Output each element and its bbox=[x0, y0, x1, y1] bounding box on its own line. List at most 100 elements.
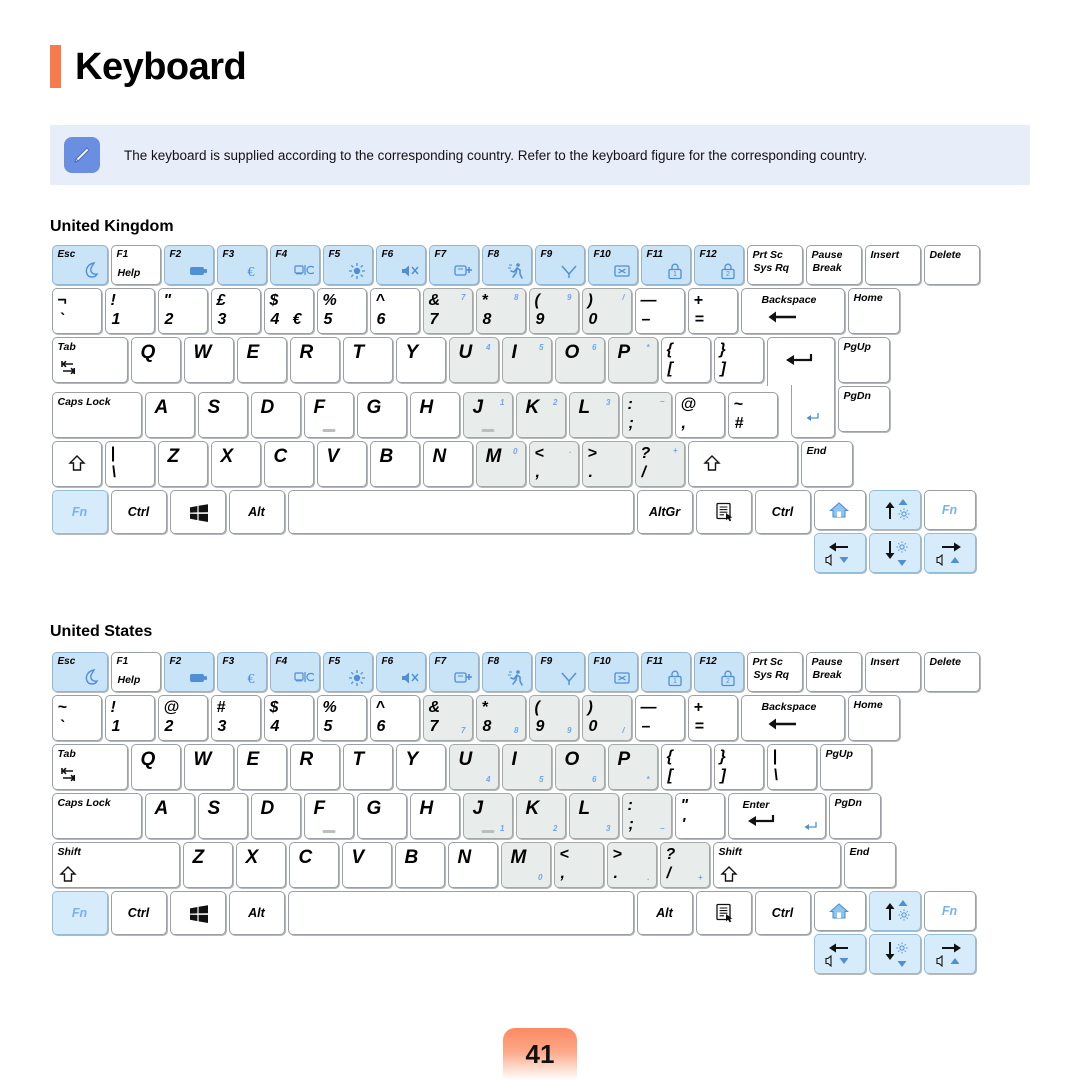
key-h[interactable]: H bbox=[409, 792, 460, 839]
key-esc[interactable]: Esc bbox=[51, 244, 108, 285]
key-pgdn[interactable]: PgDn bbox=[828, 792, 881, 839]
key-s[interactable]: S bbox=[197, 391, 248, 438]
key-delete[interactable]: Delete bbox=[923, 651, 980, 692]
key-home-shortcut[interactable] bbox=[813, 489, 866, 530]
key-k[interactable]: K2 bbox=[515, 792, 566, 839]
key-9[interactable]: (9 9 bbox=[528, 694, 579, 741]
key-f9[interactable]: F9 bbox=[534, 651, 585, 692]
key-pause[interactable]: Pause Break bbox=[805, 244, 862, 285]
key-arrow-left[interactable] bbox=[813, 933, 866, 974]
key-c[interactable]: C bbox=[263, 440, 314, 487]
key-caps-lock[interactable]: Caps Lock bbox=[51, 391, 142, 438]
key-context-menu[interactable] bbox=[695, 890, 752, 935]
key-r[interactable]: R bbox=[289, 743, 340, 790]
key-pause[interactable]: Pause Break bbox=[805, 651, 862, 692]
key-b[interactable]: B bbox=[394, 841, 445, 888]
key-7[interactable]: & 7 7 bbox=[422, 694, 473, 741]
key-shift-right[interactable]: Shift bbox=[712, 841, 841, 888]
key-windows[interactable] bbox=[169, 489, 226, 534]
key-key[interactable]: }] bbox=[713, 743, 764, 790]
key-8[interactable]: * 8 8 bbox=[475, 694, 526, 741]
key-f4[interactable]: F4 bbox=[269, 244, 320, 285]
key-key[interactable]: <,. bbox=[528, 440, 579, 487]
key-4[interactable]: $4 bbox=[263, 694, 314, 741]
key-0[interactable]: ) 0 / bbox=[581, 694, 632, 741]
key-0[interactable]: ) 0 / bbox=[581, 287, 632, 334]
key-altgr[interactable]: AltGr bbox=[636, 489, 693, 534]
key-9[interactable]: (9 9 bbox=[528, 287, 579, 334]
key-n[interactable]: N bbox=[422, 440, 473, 487]
key-2[interactable]: @2 bbox=[157, 694, 208, 741]
key-7[interactable]: & 7 7 bbox=[422, 287, 473, 334]
key-y[interactable]: Y bbox=[395, 336, 446, 383]
key-arrow-up[interactable] bbox=[868, 890, 921, 931]
key-shift-left[interactable]: Shift bbox=[51, 841, 180, 888]
key-u[interactable]: U4 bbox=[448, 743, 499, 790]
key-arrow-right[interactable] bbox=[923, 532, 976, 573]
key-i[interactable]: I5 bbox=[501, 743, 552, 790]
key-r[interactable]: R bbox=[289, 336, 340, 383]
key-home[interactable]: Home bbox=[847, 694, 900, 741]
key-space[interactable] bbox=[287, 890, 634, 935]
key-arrow-up[interactable] bbox=[868, 489, 921, 530]
key-key[interactable]: " ' bbox=[674, 792, 725, 839]
key-f1[interactable]: F1 Help bbox=[110, 244, 161, 285]
key-key[interactable]: :; − bbox=[621, 792, 672, 839]
key-f10[interactable]: F10 bbox=[587, 651, 638, 692]
key-fn[interactable]: Fn bbox=[51, 489, 108, 534]
key-a[interactable]: A bbox=[144, 792, 195, 839]
key-arrow-down[interactable] bbox=[868, 933, 921, 974]
key-key[interactable]: }] bbox=[713, 336, 764, 383]
key-x[interactable]: X bbox=[210, 440, 261, 487]
key-f3[interactable]: F3 € bbox=[216, 651, 267, 692]
key-f6[interactable]: F6 bbox=[375, 651, 426, 692]
key-fn[interactable]: Fn bbox=[51, 890, 108, 935]
key-alt-left[interactable]: Alt bbox=[228, 890, 285, 935]
key-fn-right[interactable]: Fn bbox=[923, 489, 976, 530]
key-f7[interactable]: F7 bbox=[428, 651, 479, 692]
key-m[interactable]: M0 bbox=[500, 841, 551, 888]
key-f3[interactable]: F3 € bbox=[216, 244, 267, 285]
key-f5[interactable]: F5 bbox=[322, 651, 373, 692]
key-key[interactable]: ¬ ` bbox=[51, 287, 102, 334]
key-home-shortcut[interactable] bbox=[813, 890, 866, 931]
key-t[interactable]: T bbox=[342, 743, 393, 790]
key-6[interactable]: ^ 6 bbox=[369, 694, 420, 741]
key-pgup[interactable]: PgUp bbox=[819, 743, 872, 790]
key-ctrl-right[interactable]: Ctrl bbox=[754, 489, 811, 534]
key-f4[interactable]: F4 bbox=[269, 651, 320, 692]
key-key[interactable]: ~ # bbox=[727, 391, 778, 438]
key-w[interactable]: W bbox=[183, 336, 234, 383]
key-caps-lock[interactable]: Caps Lock bbox=[51, 792, 142, 839]
key-pgdn[interactable]: PgDn bbox=[837, 385, 890, 432]
key-e[interactable]: E bbox=[236, 336, 287, 383]
key-z[interactable]: Z bbox=[182, 841, 233, 888]
key-o[interactable]: O6 bbox=[554, 743, 605, 790]
key-5[interactable]: % 5 bbox=[316, 287, 367, 334]
key-arrow-right[interactable] bbox=[923, 933, 976, 974]
key-f8[interactable]: F8 bbox=[481, 244, 532, 285]
key-key[interactable]: >. bbox=[581, 440, 632, 487]
key-key[interactable]: :; − bbox=[621, 391, 672, 438]
key-key[interactable]: ? / + bbox=[634, 440, 685, 487]
key-g[interactable]: G bbox=[356, 792, 407, 839]
key-l[interactable]: L3 bbox=[568, 792, 619, 839]
key-key[interactable]: @, bbox=[674, 391, 725, 438]
key-prt-sc[interactable]: Prt Sc Sys Rq bbox=[746, 244, 803, 285]
key-j[interactable]: J1 bbox=[462, 391, 513, 438]
key-f11[interactable]: F11 1 bbox=[640, 244, 691, 285]
key-f7[interactable]: F7 bbox=[428, 244, 479, 285]
key-key[interactable]: + = bbox=[687, 287, 738, 334]
key-enter[interactable]: Enter bbox=[727, 792, 826, 839]
key-alt-right[interactable]: Alt bbox=[636, 890, 693, 935]
key-3[interactable]: #3 bbox=[210, 694, 261, 741]
key-ctrl-left[interactable]: Ctrl bbox=[110, 890, 167, 935]
key-g[interactable]: G bbox=[356, 391, 407, 438]
key-3[interactable]: £3 bbox=[210, 287, 261, 334]
key-key[interactable]: {[ bbox=[660, 336, 711, 383]
key-key[interactable]: | \ bbox=[104, 440, 155, 487]
key-space[interactable] bbox=[287, 489, 634, 534]
key-f12[interactable]: F12 2 bbox=[693, 651, 744, 692]
key-c[interactable]: C bbox=[288, 841, 339, 888]
key-pgup[interactable]: PgUp bbox=[837, 336, 890, 383]
